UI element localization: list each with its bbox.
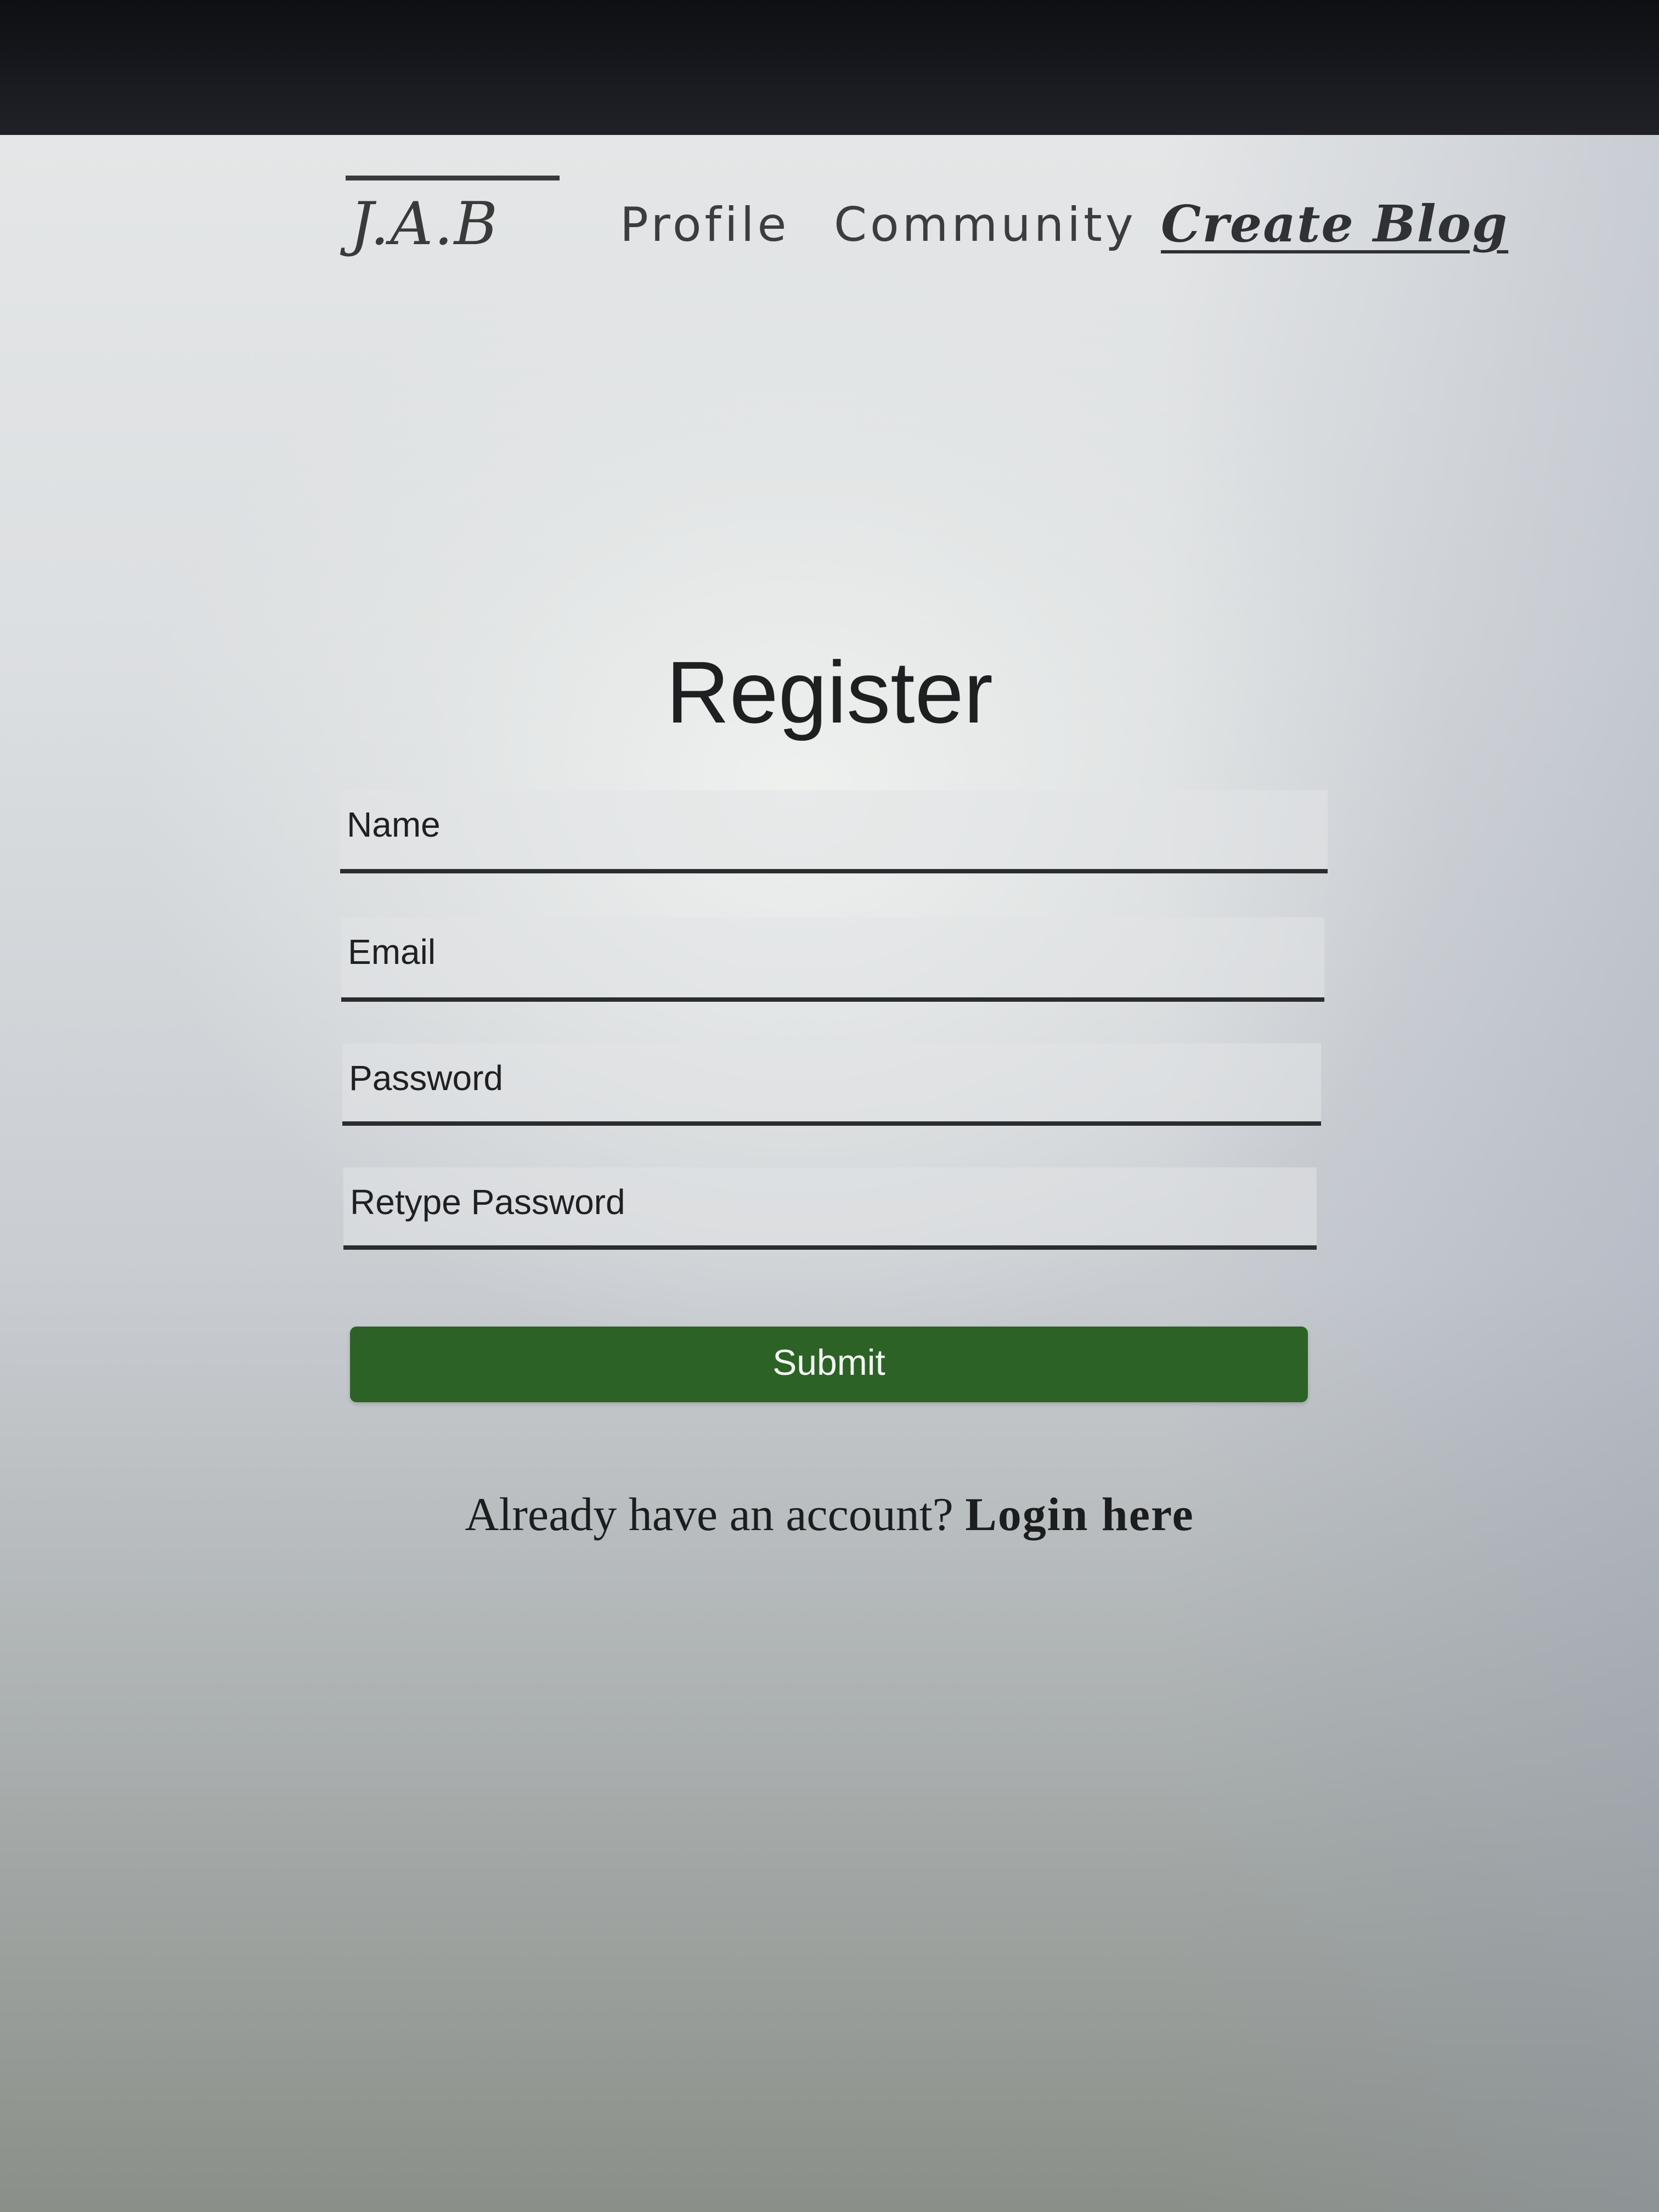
- email-field-placeholder: Email: [348, 932, 436, 972]
- login-prompt-line: Already have an account? Login here: [0, 1487, 1659, 1542]
- page-title: Register: [666, 643, 993, 741]
- login-link[interactable]: Login here: [965, 1488, 1194, 1541]
- retype-password-field-placeholder: Retype Password: [350, 1182, 625, 1222]
- login-prompt-text: Already have an account?: [465, 1488, 953, 1541]
- nav-link-create-blog[interactable]: Create Blog: [1161, 194, 1508, 253]
- email-field[interactable]: Email: [341, 917, 1324, 1002]
- submit-button[interactable]: Submit: [350, 1327, 1308, 1402]
- retype-password-field[interactable]: Retype Password: [343, 1167, 1317, 1250]
- name-field[interactable]: Name: [340, 790, 1328, 873]
- nav-link-community[interactable]: Community: [834, 198, 1137, 252]
- monitor-bezel: [0, 0, 1659, 135]
- nav-link-profile[interactable]: Profile: [620, 198, 789, 252]
- top-navigation: J.A.B Profile Community Create Blog: [346, 176, 1507, 274]
- password-field-placeholder: Password: [349, 1058, 503, 1098]
- name-field-placeholder: Name: [347, 805, 441, 844]
- password-field[interactable]: Password: [342, 1043, 1321, 1126]
- site-logo[interactable]: J.A.B: [346, 176, 560, 274]
